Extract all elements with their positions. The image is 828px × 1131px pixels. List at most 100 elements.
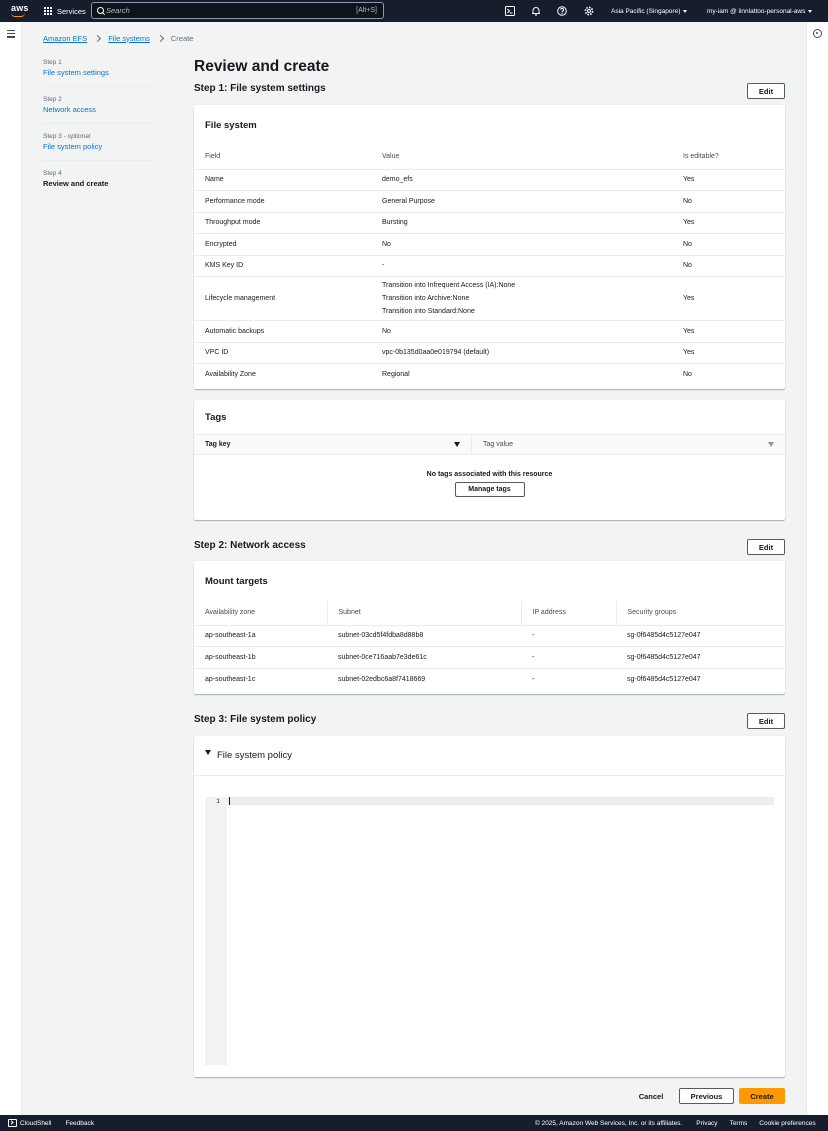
- tags-header: Tags: [205, 411, 227, 423]
- step2-edit-button[interactable]: Edit: [747, 539, 785, 555]
- table-row: Lifecycle management Transition into Inf…: [194, 276, 785, 321]
- column-header-tag-key[interactable]: Tag key: [194, 435, 472, 454]
- policy-toggle[interactable]: File system policy: [205, 750, 292, 761]
- page-title: Review and create: [194, 58, 330, 75]
- step1-title: Step 1: File system settings: [194, 83, 326, 94]
- services-label: Services: [57, 6, 86, 16]
- column-header-tag-value[interactable]: Tag value: [472, 435, 785, 454]
- aws-smile-icon: [11, 13, 25, 17]
- info-panel-icon[interactable]: [813, 29, 822, 38]
- cookie-preferences-link[interactable]: Cookie preferences: [759, 1120, 815, 1127]
- step-number: Step 2: [43, 96, 62, 103]
- field-cell: KMS Key ID: [194, 254, 371, 277]
- feedback-link[interactable]: Feedback: [65, 1120, 94, 1127]
- table-row: ap-southeast-1a subnet-03cd5f4fdba8d88b8…: [194, 624, 785, 647]
- breadcrumb-current: Create: [170, 33, 194, 43]
- cancel-button[interactable]: Cancel: [632, 1088, 670, 1104]
- services-menu-button[interactable]: Services: [36, 0, 94, 22]
- region-label: Asia Pacific (Singapore): [611, 7, 681, 15]
- step3-edit-button[interactable]: Edit: [747, 713, 785, 729]
- field-cell: Availability Zone: [194, 363, 371, 385]
- cloudshell-icon: [8, 1119, 17, 1127]
- region-selector[interactable]: Asia Pacific (Singapore): [611, 0, 688, 22]
- value-cell: No: [371, 233, 672, 255]
- cloudshell-link[interactable]: CloudShell: [8, 1119, 51, 1127]
- table-header-row: Field Value Is editable?: [194, 145, 785, 169]
- user-menu[interactable]: my-iam @ linnlattoo-personal-aws: [707, 0, 813, 22]
- step2-title: Step 2: Network access: [194, 540, 306, 551]
- subnet-cell: subnet-0ce716aab7e3de61c: [327, 646, 521, 668]
- user-label: my-iam @ linnlattoo-personal-aws: [707, 7, 806, 15]
- breadcrumb-file-systems[interactable]: File systems: [108, 34, 150, 43]
- column-header-ip-address: IP address: [520, 601, 616, 626]
- ip-cell: -: [521, 646, 616, 668]
- chevron-right-icon: [94, 34, 102, 42]
- column-header-editable: Is editable?: [683, 153, 719, 161]
- chevron-right-icon: [156, 34, 164, 42]
- manage-tags-button[interactable]: Manage tags: [454, 482, 525, 497]
- grid-icon: [44, 7, 52, 15]
- value-cell: General Purpose: [371, 190, 672, 212]
- subnet-cell: subnet-03cd5f4fdba8d88b8: [327, 624, 521, 647]
- value-cell: Regional: [371, 363, 672, 385]
- create-button[interactable]: Create: [739, 1088, 785, 1104]
- tags-empty-message: No tags associated with this resource: [426, 471, 553, 478]
- field-cell: Performance mode: [194, 190, 371, 212]
- wizard-step-1: Step 1 File system settings: [43, 58, 153, 87]
- editor-gutter: 1: [205, 797, 227, 1065]
- step-link-file-system-policy[interactable]: File system policy: [43, 142, 153, 152]
- step3-title: Step 3: File system policy: [194, 714, 317, 725]
- breadcrumb-amazon-efs[interactable]: Amazon EFS: [43, 34, 87, 43]
- step-current-review-and-create: Review and create: [43, 179, 109, 188]
- bell-icon[interactable]: [529, 4, 543, 18]
- step-link-file-system-settings[interactable]: File system settings: [43, 68, 153, 78]
- line-number: 1: [216, 798, 220, 805]
- editable-cell: No: [672, 254, 785, 277]
- search-box[interactable]: [Alt+S]: [91, 2, 384, 19]
- value-cell: Transition into Infrequent Access (IA):N…: [371, 276, 672, 321]
- editable-cell: Yes: [672, 341, 785, 364]
- table-row: KMS Key ID - No: [194, 254, 785, 277]
- privacy-link[interactable]: Privacy: [696, 1120, 717, 1127]
- optional-label: optional: [67, 133, 91, 140]
- subnet-cell: subnet-02edbc6a8f7418669: [327, 667, 521, 690]
- search-icon: [92, 3, 106, 18]
- tags-panel: Tags Tag key Tag value No tags associate…: [194, 400, 785, 520]
- left-rail: [0, 22, 22, 1115]
- mount-targets-header: Mount targets: [205, 575, 268, 587]
- copyright-text: © 2025, Amazon Web Services, Inc. or its…: [534, 1119, 683, 1127]
- table-row: ap-southeast-1c subnet-02edbc6a8f7418669…: [194, 667, 785, 690]
- step-number: Step 1: [43, 59, 62, 66]
- ip-cell: -: [521, 667, 616, 690]
- gear-icon[interactable]: [582, 4, 596, 18]
- policy-code-editor[interactable]: 1: [205, 797, 774, 1065]
- value-cell: demo_efs: [371, 168, 672, 191]
- field-cell: Encrypted: [194, 233, 371, 255]
- editable-cell: Yes: [672, 276, 785, 321]
- help-icon[interactable]: [555, 4, 569, 18]
- editor-active-line: [227, 797, 774, 805]
- table-header-row: Availability zone Subnet IP address Secu…: [194, 601, 785, 626]
- wizard-step-4: Step 4 Review and create: [43, 169, 153, 197]
- column-header-subnet: Subnet: [326, 601, 521, 626]
- az-cell: ap-southeast-1b: [194, 646, 327, 668]
- menu-icon[interactable]: [7, 30, 15, 38]
- field-cell: Automatic backups: [194, 320, 371, 342]
- cloudshell-icon[interactable]: [503, 4, 517, 18]
- value-cell: Bursting: [371, 211, 672, 234]
- search-shortcut: [Alt+S]: [356, 7, 377, 14]
- aws-logo[interactable]: aws: [0, 0, 36, 22]
- step-number: Step 3: [43, 133, 62, 140]
- security-group-cell: sg-0f6485d4c5127e047: [616, 667, 785, 690]
- mount-targets-table: Availability zone Subnet IP address Secu…: [194, 601, 785, 690]
- az-cell: ap-southeast-1a: [194, 624, 327, 647]
- step1-edit-button[interactable]: Edit: [747, 83, 785, 99]
- terms-link[interactable]: Terms: [730, 1120, 748, 1127]
- aws-logo-text: aws: [11, 3, 29, 13]
- previous-button[interactable]: Previous: [679, 1088, 734, 1104]
- step-link-network-access[interactable]: Network access: [43, 105, 153, 115]
- policy-expander[interactable]: File system policy: [194, 736, 785, 776]
- tag-value-label: Tag value: [483, 441, 513, 448]
- search-input[interactable]: [106, 6, 357, 15]
- table-row: VPC ID vpc-0b135d0aa0e019794 (default) Y…: [194, 341, 785, 364]
